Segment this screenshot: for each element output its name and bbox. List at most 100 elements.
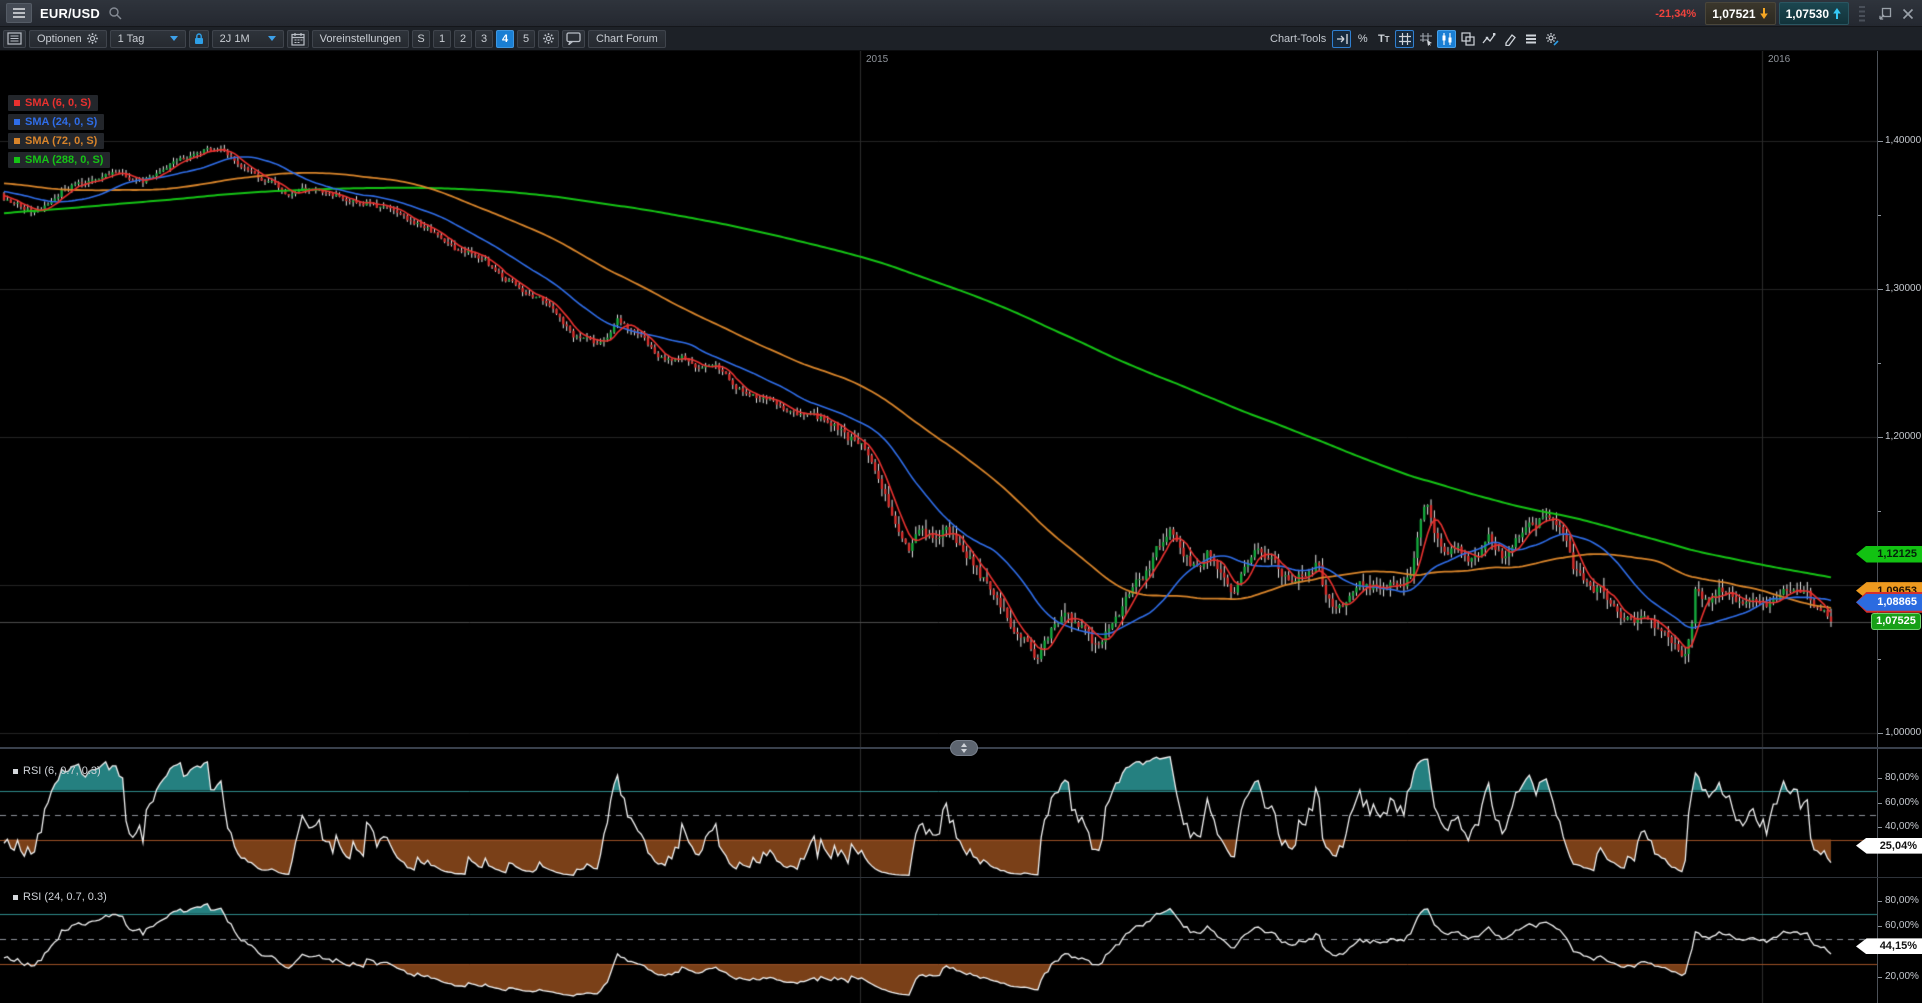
timeframe-dropdown[interactable]: 1 Tag <box>110 30 186 48</box>
splitter-down-arrow-icon <box>961 749 967 753</box>
buy-price: 1,07530 <box>1786 7 1829 21</box>
menu-button[interactable] <box>6 3 32 23</box>
price-up-arrow-icon <box>1832 7 1842 20</box>
axis-tick <box>1878 437 1883 438</box>
chevron-down-icon <box>170 36 178 41</box>
chevron-down-icon <box>268 36 276 41</box>
axis-tick <box>1878 659 1881 660</box>
rsi6-tick-40,00%: 40,00% <box>1885 821 1919 832</box>
search-icon[interactable] <box>108 6 122 20</box>
rsi-6-canvas[interactable] <box>0 751 1877 877</box>
last-price-tag: 1,07525 <box>1871 613 1921 630</box>
chart-toolbar: Optionen 1 Tag 2J 1M Voreinstellungen S1… <box>0 27 1922 51</box>
tool-rows-icon[interactable] <box>1521 30 1540 48</box>
rsi24-tick-60,00%: 60,00% <box>1885 920 1919 931</box>
tool-grid-pointer-icon[interactable] <box>1416 30 1435 48</box>
legend-color-square <box>14 100 20 106</box>
axis-tick <box>1878 511 1881 512</box>
axis-tick <box>1878 977 1882 978</box>
rsi-24-label: RSI (24, 0.7, 0.3) <box>13 891 107 903</box>
price-chart-canvas[interactable] <box>0 51 1877 751</box>
layout-button-5[interactable]: 5 <box>517 30 535 48</box>
layout-button-S[interactable]: S <box>412 30 430 48</box>
legend-color-square <box>14 157 20 163</box>
axis-tick <box>1878 215 1881 216</box>
price-tick-1,40000: 1,40000 <box>1885 135 1921 146</box>
price-tick-1,30000: 1,30000 <box>1885 283 1921 294</box>
rsi-6-value-tag: 25,04% <box>1856 838 1922 854</box>
chat-button[interactable] <box>562 30 585 48</box>
layout-button-3[interactable]: 3 <box>475 30 493 48</box>
rsi-24-label-text: RSI (24, 0.7, 0.3) <box>23 891 107 903</box>
axis-tick <box>1878 289 1883 290</box>
close-icon[interactable] <box>1898 4 1918 24</box>
panel-splitter-button[interactable] <box>950 740 978 756</box>
axis-tick <box>1878 363 1881 364</box>
chart-forum-button[interactable]: Chart Forum <box>588 30 666 48</box>
tool-text-size-icon[interactable]: TT <box>1374 30 1393 48</box>
settings-button[interactable] <box>538 30 559 48</box>
tool-eraser-icon[interactable] <box>1500 30 1519 48</box>
legend-label: SMA (24, 0, S) <box>25 116 97 128</box>
chat-icon <box>566 32 581 45</box>
title-bar: EUR/USD -21,34% 1,07521 1,07530 <box>0 0 1922 27</box>
tool-grid-icon[interactable] <box>1395 30 1414 48</box>
presets-label: Voreinstellungen <box>320 33 401 45</box>
instrument-title: EUR/USD <box>40 6 100 21</box>
tool-indicator-icon[interactable] <box>1479 30 1498 48</box>
lock-button[interactable] <box>189 30 209 48</box>
chart-window: EUR/USD -21,34% 1,07521 1,07530 Optionen… <box>0 0 1922 1003</box>
chart-tools: Chart-Tools % TT <box>1270 27 1561 51</box>
sell-price: 1,07521 <box>1712 7 1755 21</box>
axis-tick <box>1878 926 1882 927</box>
range-dropdown[interactable]: 2J 1M <box>212 30 284 48</box>
legend-item-sma-24[interactable]: SMA (24, 0, S) <box>8 114 104 130</box>
chart-forum-label: Chart Forum <box>596 33 658 45</box>
price-tick-1,20000: 1,20000 <box>1885 431 1921 442</box>
sell-price-button[interactable]: 1,07521 <box>1705 2 1775 25</box>
legend-item-sma-6[interactable]: SMA (6, 0, S) <box>8 95 98 111</box>
range-value: 2J 1M <box>220 33 250 45</box>
options-button[interactable]: Optionen <box>29 30 107 48</box>
rsi24-tick-20,00%: 20,00% <box>1885 971 1919 982</box>
tool-chart-type-icon[interactable] <box>1437 30 1456 48</box>
rsi-panel-divider <box>0 877 1922 878</box>
restore-window-icon[interactable] <box>1875 4 1895 24</box>
rsi6-tick-80,00%: 80,00% <box>1885 772 1919 783</box>
legend-color-square <box>14 138 20 144</box>
tool-percent-icon[interactable]: % <box>1353 30 1372 48</box>
change-percent: -21,34% <box>1655 8 1696 20</box>
layout-button-4[interactable]: 4 <box>496 30 514 48</box>
axis-tick <box>1878 141 1883 142</box>
tool-settings-icon[interactable] <box>1542 30 1561 48</box>
tool-layout-icon[interactable] <box>1458 30 1477 48</box>
chart-tools-label: Chart-Tools <box>1270 33 1326 45</box>
rsi-24-canvas[interactable] <box>0 878 1877 1003</box>
options-label: Optionen <box>37 33 82 45</box>
layout-button-1[interactable]: 1 <box>433 30 451 48</box>
axis-tick <box>1878 803 1882 804</box>
lock-icon <box>193 32 205 46</box>
legend-item-sma-72[interactable]: SMA (72, 0, S) <box>8 133 104 149</box>
rsi-24-value-tag: 44,15% <box>1856 938 1922 954</box>
presets-button[interactable]: Voreinstellungen <box>312 30 409 48</box>
calendar-button[interactable] <box>287 30 309 48</box>
layout-button-2[interactable]: 2 <box>454 30 472 48</box>
axis-tick <box>1878 733 1883 734</box>
price-axis[interactable]: 1,40000 1,30000 1,20000 1,00000 80,00% 60,00%… <box>1877 51 1922 1003</box>
legend-item-sma-288[interactable]: SMA (288, 0, S) <box>8 152 110 168</box>
timeframe-value: 1 Tag <box>118 33 145 45</box>
rsi24-tick-80,00%: 80,00% <box>1885 895 1919 906</box>
calendar-icon <box>291 32 305 46</box>
axis-tick <box>1878 901 1882 902</box>
legend-square <box>13 769 18 774</box>
price-tick-1,00000: 1,00000 <box>1885 727 1921 738</box>
tool-pointer-icon[interactable] <box>1332 30 1351 48</box>
legend-label: SMA (72, 0, S) <box>25 135 97 147</box>
layout-buttons: S12345 <box>412 30 535 48</box>
watchlist-button[interactable] <box>3 30 26 48</box>
drag-grip-icon[interactable] <box>1852 4 1872 24</box>
buy-price-button[interactable]: 1,07530 <box>1779 2 1849 25</box>
rsi-6-label-text: RSI (6, 0.7, 0.3) <box>23 765 101 777</box>
gear-icon <box>86 32 99 45</box>
